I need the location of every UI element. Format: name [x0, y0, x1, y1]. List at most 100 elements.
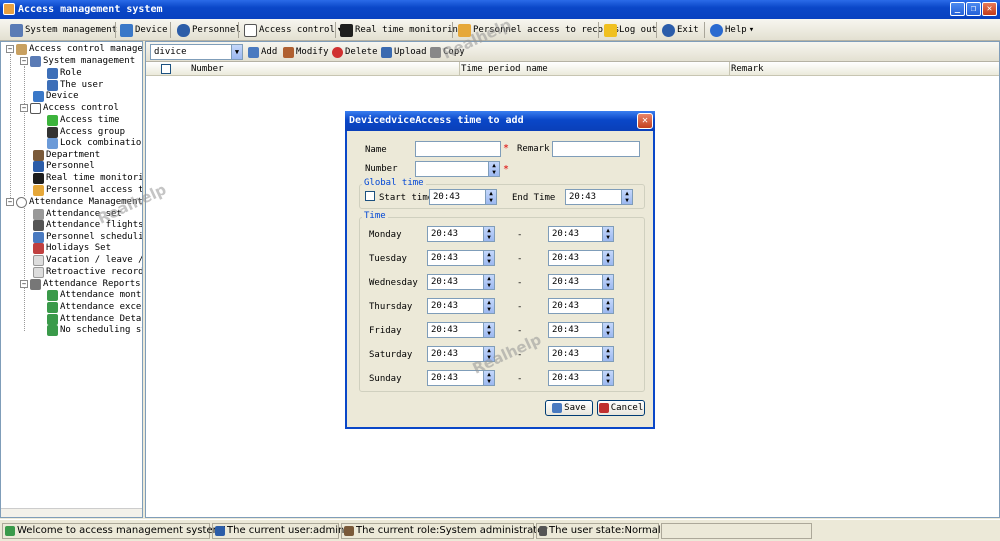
real-time-monitoring-button[interactable]: Real time monitoring — [340, 22, 463, 38]
tree-item-access-control[interactable]: − Access control — [20, 102, 119, 114]
settings-icon — [33, 208, 44, 220]
spin-arrows-icon[interactable]: ▲ ▼ — [483, 323, 494, 337]
tree-item-personnel-access-records[interactable]: Personnel access to re — [33, 184, 142, 196]
help-menu[interactable]: Help ▾ — [710, 22, 754, 38]
friday-start-time[interactable]: 20:43 ▲ ▼ — [427, 322, 495, 338]
cancel-button[interactable]: Cancel — [597, 400, 645, 416]
spin-arrows-icon[interactable]: ▲ ▼ — [483, 227, 494, 241]
tree-item-personnel[interactable]: Personnel — [33, 160, 95, 172]
status-current-role: The current role:System administrator — [341, 523, 547, 539]
remark-input[interactable] — [552, 141, 640, 157]
welcome-icon — [5, 526, 15, 536]
dialog-close-button[interactable]: ✕ — [637, 113, 653, 129]
spin-arrows-icon[interactable]: ▲ ▼ — [488, 162, 499, 176]
column-time-period-name[interactable]: Time period name — [458, 62, 730, 76]
spin-arrows-icon[interactable]: ▲ ▼ — [602, 323, 613, 337]
log-out-button[interactable]: Log out — [604, 22, 657, 38]
tree-horizontal-scrollbar[interactable] — [1, 508, 142, 517]
tree-item-role[interactable]: Role — [47, 67, 82, 79]
range-dash: - — [517, 278, 523, 288]
modify-button[interactable]: Modify — [283, 44, 329, 60]
day-label-friday: Friday — [369, 326, 402, 336]
tree-item-device[interactable]: Device — [33, 90, 79, 102]
collapse-icon[interactable]: − — [20, 57, 28, 65]
clock-icon — [16, 196, 27, 208]
tree-item-attendance-exception[interactable]: Attendance exceptio — [47, 301, 142, 313]
tuesday-start-time[interactable]: 20:43 ▲ ▼ — [427, 250, 495, 266]
tree-item-vacation-leave[interactable]: Vacation / leave / ove — [33, 254, 142, 266]
spin-arrows-icon[interactable]: ▲ ▼ — [602, 299, 613, 313]
gear-icon — [30, 55, 41, 67]
column-number[interactable]: Number — [188, 62, 460, 76]
spin-arrows-icon[interactable]: ▲ ▼ — [483, 299, 494, 313]
collapse-icon[interactable]: − — [20, 104, 28, 112]
delete-button[interactable]: Delete — [332, 44, 378, 60]
name-input[interactable] — [415, 141, 501, 157]
range-dash: - — [517, 374, 523, 384]
wednesday-start-time[interactable]: 20:43 ▲ ▼ — [427, 274, 495, 290]
tree-item-attendance-flights[interactable]: Attendance flights — [33, 219, 142, 231]
save-button[interactable]: Save — [545, 400, 593, 416]
tree-item-holidays-set[interactable]: Holidays Set — [33, 242, 111, 254]
column-remark[interactable]: Remark — [728, 62, 999, 76]
range-dash: - — [517, 230, 523, 240]
spin-arrows-icon[interactable]: ▲ ▼ — [483, 275, 494, 289]
spin-arrows-icon[interactable]: ▲ ▼ — [483, 251, 494, 265]
restore-button[interactable]: ❐ — [966, 2, 981, 16]
tree-item-real-time-monitoring[interactable]: Real time monitoring — [33, 172, 142, 184]
saturday-end-time[interactable]: 20:43 ▲ ▼ — [548, 346, 614, 362]
tree-item-system-management[interactable]: − System management — [20, 55, 135, 67]
tree-item-no-scheduling[interactable]: No scheduling stati — [47, 324, 142, 336]
tree-item-access-control-management[interactable]: − Access control management — [6, 43, 142, 55]
tree-item-access-time[interactable]: Access time — [47, 114, 120, 126]
tuesday-end-time[interactable]: 20:43 ▲ ▼ — [548, 250, 614, 266]
start-time-label: Start time — [379, 193, 434, 203]
thursday-start-time[interactable]: 20:43 ▲ ▼ — [427, 298, 495, 314]
remark-label: Remark — [517, 144, 550, 154]
close-button[interactable]: ✕ — [982, 2, 997, 16]
personnel-button[interactable]: Personnel — [177, 22, 241, 38]
schedule-icon — [33, 231, 44, 243]
exit-icon — [662, 23, 675, 37]
number-stepper[interactable]: ▲ ▼ — [415, 161, 500, 177]
spin-arrows-icon[interactable]: ▲ ▼ — [621, 190, 632, 204]
chevron-down-icon[interactable]: ▼ — [231, 45, 242, 59]
global-time-checkbox[interactable] — [365, 191, 375, 201]
spin-arrows-icon[interactable]: ▲ ▼ — [602, 347, 613, 361]
access-control-menu[interactable]: Access control▾ — [244, 22, 342, 38]
day-label-monday: Monday — [369, 230, 402, 240]
spin-arrows-icon[interactable]: ▲ ▼ — [602, 275, 613, 289]
upload-button[interactable]: Upload — [381, 44, 427, 60]
tree-item-lock-combination[interactable]: Lock combination — [47, 137, 142, 149]
day-label-tuesday: Tuesday — [369, 254, 407, 264]
system-management-menu[interactable]: System management▾ — [10, 22, 125, 38]
exit-button[interactable]: Exit — [662, 22, 699, 38]
select-all-checkbox[interactable] — [161, 64, 171, 74]
tree-item-retroactive-record[interactable]: Retroactive record — [33, 266, 142, 278]
global-end-time-input[interactable]: 20:43 ▲ ▼ — [565, 189, 633, 205]
sunday-end-time[interactable]: 20:43 ▲ ▼ — [548, 370, 614, 386]
collapse-icon[interactable]: − — [6, 198, 14, 206]
cancel-icon — [598, 403, 609, 413]
department-icon — [33, 149, 44, 161]
friday-end-time[interactable]: 20:43 ▲ ▼ — [548, 322, 614, 338]
spin-arrows-icon[interactable]: ▲ ▼ — [602, 227, 613, 241]
monday-start-time[interactable]: 20:43 ▲ ▼ — [427, 226, 495, 242]
collapse-icon[interactable]: − — [6, 45, 14, 53]
thursday-end-time[interactable]: 20:43 ▲ ▼ — [548, 298, 614, 314]
device-combo[interactable]: divice ▼ — [150, 44, 243, 60]
state-icon — [539, 526, 547, 536]
spin-arrows-icon[interactable]: ▲ ▼ — [602, 251, 613, 265]
device-button[interactable]: Device — [120, 22, 168, 38]
minimize-button[interactable]: _ — [950, 2, 965, 16]
monday-end-time[interactable]: 20:43 ▲ ▼ — [548, 226, 614, 242]
tree-item-attendance-monthly[interactable]: Attendance monthly — [47, 289, 142, 301]
collapse-icon[interactable]: − — [20, 280, 28, 288]
wednesday-end-time[interactable]: 20:43 ▲ ▼ — [548, 274, 614, 290]
global-start-time-input[interactable]: 20:43 ▲ ▼ — [429, 189, 497, 205]
monitor-icon — [340, 23, 353, 37]
window-title: Access management system — [18, 4, 163, 15]
spin-arrows-icon[interactable]: ▲ ▼ — [485, 190, 496, 204]
add-button[interactable]: Add — [248, 44, 277, 60]
spin-arrows-icon[interactable]: ▲ ▼ — [602, 371, 613, 385]
